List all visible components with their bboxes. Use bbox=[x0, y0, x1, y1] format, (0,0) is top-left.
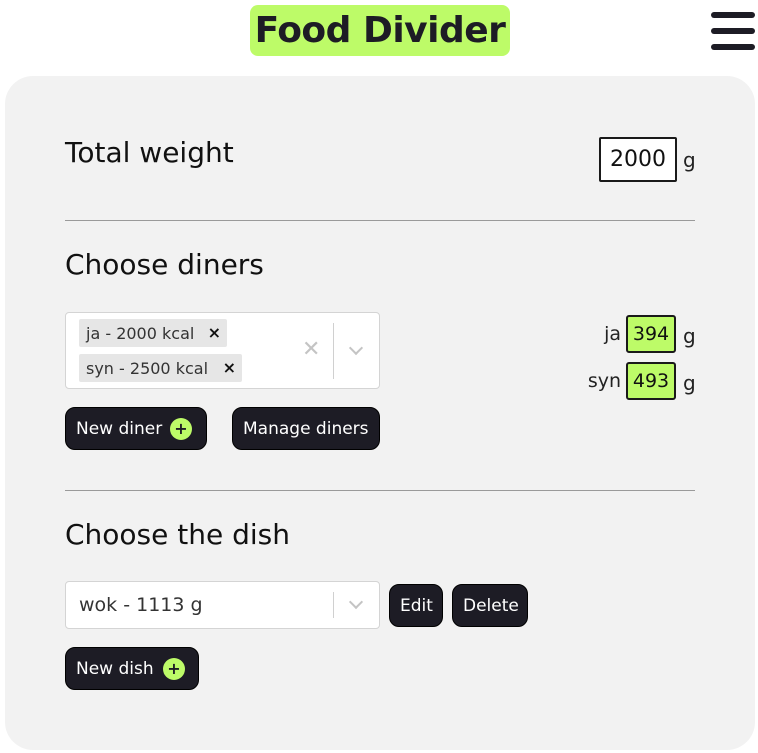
diner-chip-label: syn - 2500 kcal bbox=[86, 358, 209, 378]
new-diner-button[interactable]: New diner + bbox=[65, 407, 207, 450]
diners-multiselect[interactable]: ja - 2000 kcal × syn - 2500 kcal × ✕ bbox=[65, 312, 380, 389]
clear-selection-icon[interactable]: ✕ bbox=[302, 337, 320, 362]
portion-value: 394 bbox=[626, 315, 676, 353]
select-separator bbox=[333, 592, 334, 618]
total-weight-input[interactable] bbox=[599, 137, 677, 182]
portion-diner-name: ja bbox=[604, 323, 621, 345]
manage-diners-label: Manage diners bbox=[243, 418, 369, 439]
plus-circle-icon: + bbox=[170, 418, 192, 440]
portion-unit: g bbox=[683, 371, 696, 395]
hamburger-menu-icon[interactable] bbox=[711, 12, 755, 50]
menu-line bbox=[711, 44, 755, 50]
portion-diner-name: syn bbox=[587, 370, 621, 392]
delete-dish-label: Delete bbox=[463, 595, 519, 616]
new-dish-label: New dish bbox=[76, 658, 154, 679]
menu-line bbox=[711, 12, 755, 18]
total-weight-title: Total weight bbox=[65, 136, 234, 169]
dish-selected-value: wok - 1113 g bbox=[79, 594, 203, 616]
portion-value: 493 bbox=[626, 362, 676, 400]
main-panel: Total weight g Choose diners ja - 2000 k… bbox=[5, 76, 755, 750]
choose-diners-title: Choose diners bbox=[65, 248, 264, 281]
app-title: Food Divider bbox=[250, 5, 510, 56]
new-diner-label: New diner bbox=[76, 418, 163, 439]
diner-chip-label: ja - 2000 kcal bbox=[86, 323, 195, 343]
divider bbox=[65, 490, 695, 491]
manage-diners-button[interactable]: Manage diners bbox=[232, 407, 380, 450]
chevron-down-icon[interactable] bbox=[348, 340, 364, 356]
edit-dish-label: Edit bbox=[400, 595, 433, 616]
select-separator bbox=[333, 323, 334, 379]
divider bbox=[65, 220, 695, 221]
chevron-down-icon[interactable] bbox=[348, 594, 364, 610]
remove-diner-icon[interactable]: × bbox=[208, 323, 221, 342]
edit-dish-button[interactable]: Edit bbox=[389, 584, 443, 627]
remove-diner-icon[interactable]: × bbox=[223, 358, 236, 377]
total-weight-unit: g bbox=[683, 148, 696, 172]
portion-unit: g bbox=[683, 324, 696, 348]
plus-circle-icon: + bbox=[163, 658, 185, 680]
diner-chip: syn - 2500 kcal × bbox=[79, 354, 242, 382]
delete-dish-button[interactable]: Delete bbox=[452, 584, 528, 627]
new-dish-button[interactable]: New dish + bbox=[65, 647, 199, 690]
dish-select[interactable]: wok - 1113 g bbox=[65, 581, 380, 629]
menu-line bbox=[711, 28, 755, 34]
choose-dish-title: Choose the dish bbox=[65, 518, 291, 551]
diner-chip: ja - 2000 kcal × bbox=[79, 319, 227, 347]
